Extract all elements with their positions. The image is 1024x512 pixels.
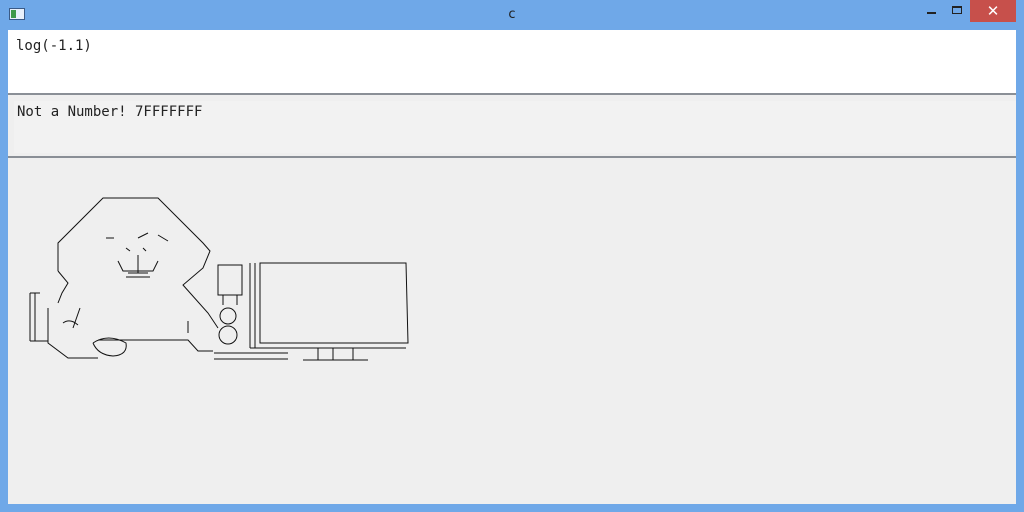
minimize-button[interactable] bbox=[918, 0, 944, 22]
window-title: c bbox=[508, 7, 516, 22]
minimize-icon bbox=[927, 12, 936, 14]
splitter-bottom[interactable] bbox=[8, 156, 1016, 158]
title-bar[interactable]: c ✕ bbox=[0, 0, 1024, 30]
result-pane: Not a Number! 7FFFFFFF bbox=[14, 101, 1016, 153]
maximize-button[interactable] bbox=[944, 0, 970, 22]
expression-text: log(-1.1) bbox=[16, 38, 92, 54]
maximize-icon bbox=[952, 6, 962, 14]
close-icon: ✕ bbox=[986, 2, 1000, 20]
splitter-top[interactable] bbox=[8, 93, 1016, 95]
close-button[interactable]: ✕ bbox=[970, 0, 1016, 22]
client-area: log(-1.1) Not a Number! 7FFFFFFF bbox=[8, 30, 1016, 504]
result-text: Not a Number! 7FFFFFFF bbox=[17, 104, 203, 120]
ascii-art-pane bbox=[14, 163, 1016, 504]
expression-input[interactable]: log(-1.1) bbox=[8, 30, 1016, 93]
app-window: c ✕ log(-1.1) Not a Number! 7FFFFFFF bbox=[0, 0, 1024, 512]
ascii-art-illustration bbox=[29, 197, 409, 361]
